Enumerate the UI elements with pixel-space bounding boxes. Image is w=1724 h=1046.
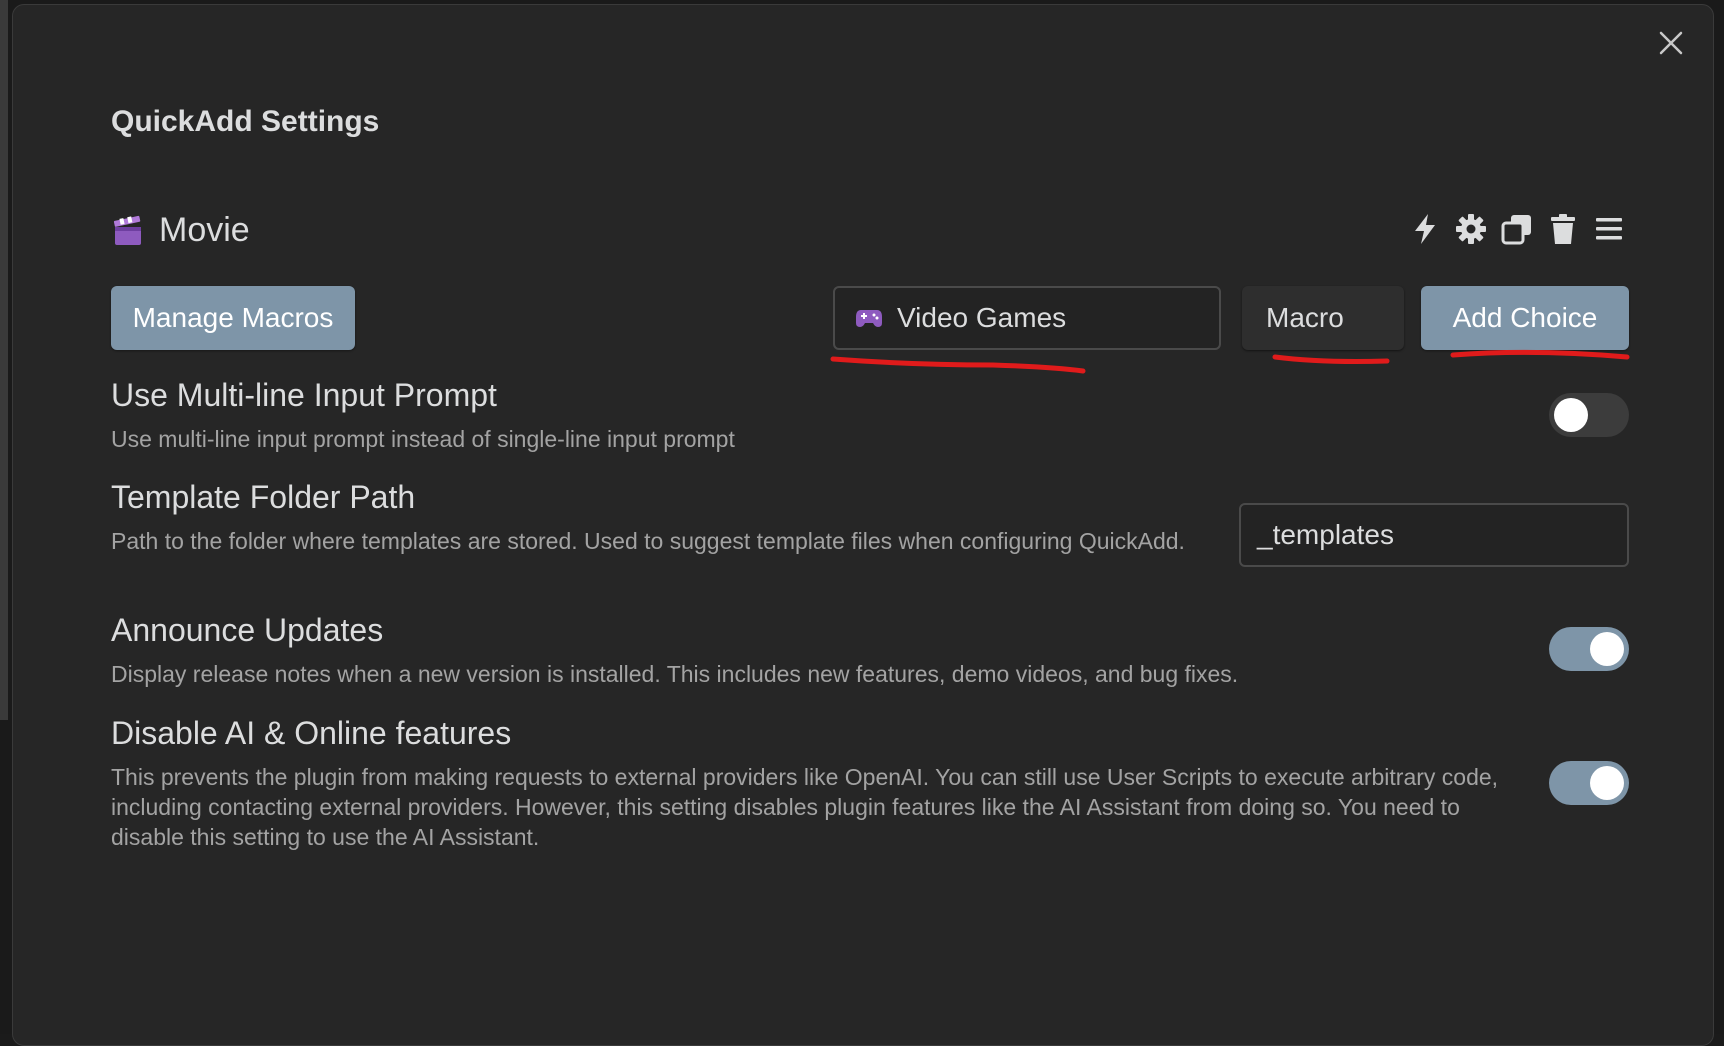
manage-macros-button[interactable]: Manage Macros	[111, 286, 355, 350]
setting-desc-announce-updates: Display release notes when a new version…	[111, 661, 1239, 687]
toggle-knob	[1554, 398, 1588, 432]
setting-name-template-folder: Template Folder Path	[111, 479, 416, 515]
toggle-knob	[1590, 766, 1624, 800]
gamepad-icon	[856, 310, 882, 327]
settings-modal: QuickAdd Settings Movie Manage Macros Vi…	[12, 4, 1714, 1046]
choice-toolbar	[1408, 212, 1626, 246]
lightning-icon[interactable]	[1408, 212, 1442, 246]
modal-title: QuickAdd Settings	[111, 105, 380, 138]
setting-desc-multiline: Use multi-line input prompt instead of s…	[111, 426, 735, 452]
close-icon	[1659, 31, 1683, 55]
choice-name-input[interactable]: Video Games	[833, 286, 1221, 350]
add-choice-button[interactable]: Add Choice	[1421, 286, 1629, 350]
disable-ai-toggle[interactable]	[1549, 761, 1629, 805]
scrollbar[interactable]	[0, 0, 8, 720]
template-folder-input[interactable]: _templates	[1239, 503, 1629, 567]
gear-icon[interactable]	[1454, 212, 1488, 246]
setting-name-multiline: Use Multi-line Input Prompt	[111, 377, 497, 413]
duplicate-icon[interactable]	[1500, 212, 1534, 246]
announce-updates-toggle[interactable]	[1549, 627, 1629, 671]
setting-desc-disable-ai: This prevents the plugin from making req…	[111, 764, 1499, 850]
choice-name: Movie	[159, 211, 250, 249]
clapper-board-icon	[113, 215, 141, 245]
choice-item: Movie	[111, 211, 250, 250]
close-button[interactable]	[1653, 25, 1689, 61]
choice-type-value: Macro	[1266, 302, 1344, 333]
drag-menu-icon[interactable]	[1592, 212, 1626, 246]
toggle-knob	[1590, 632, 1624, 666]
trash-icon[interactable]	[1546, 212, 1580, 246]
setting-desc-template-folder: Path to the folder where templates are s…	[111, 528, 1185, 554]
setting-name-disable-ai: Disable AI & Online features	[111, 715, 512, 751]
multiline-prompt-toggle[interactable]	[1549, 393, 1629, 437]
choice-type-dropdown[interactable]: Macro	[1242, 286, 1404, 350]
template-folder-value: _templates	[1257, 519, 1394, 550]
choice-name-input-value: Video Games	[897, 302, 1067, 333]
setting-name-announce-updates: Announce Updates	[111, 612, 384, 648]
